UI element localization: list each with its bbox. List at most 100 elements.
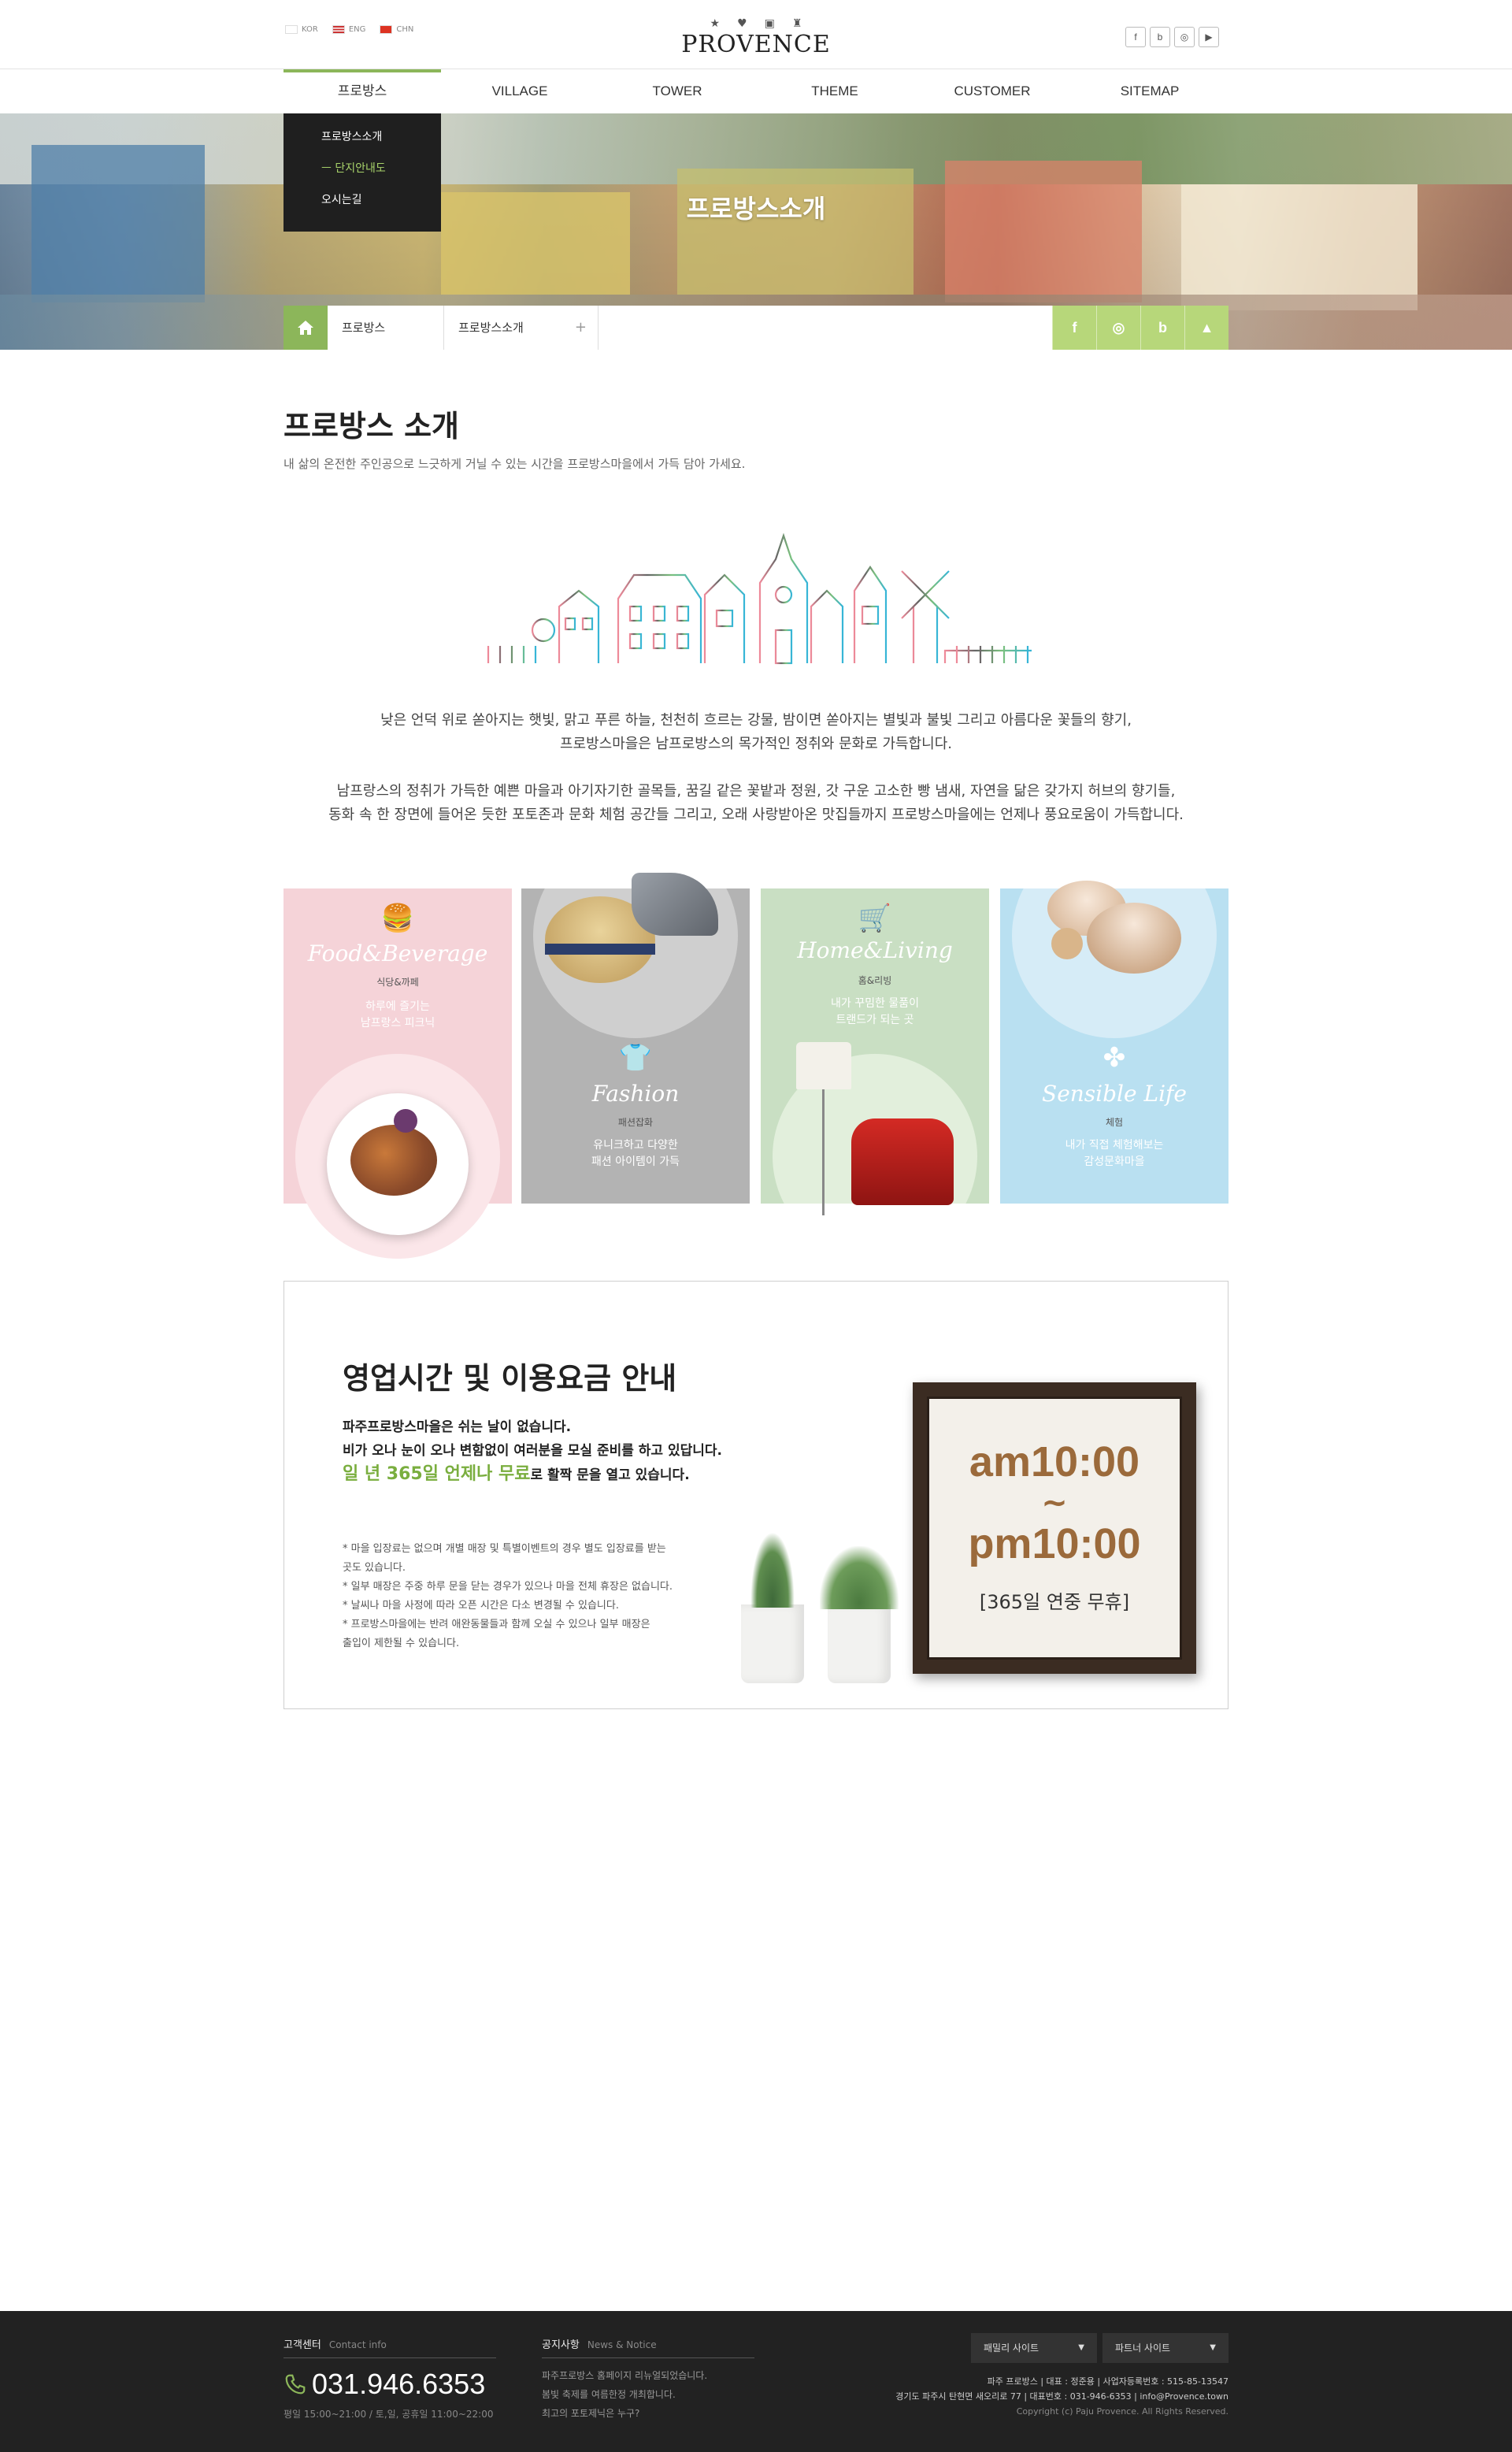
nav-sitemap[interactable]: SITEMAP [1071,69,1228,113]
footer-head-en: Contact info [328,2339,387,2350]
card-desc-line: 유니크하고 다양한 [593,1139,678,1152]
card-desc-line: 내가 직접 체험해보는 [1065,1139,1164,1152]
phone-icon [285,2374,306,2395]
steak-image [350,1125,437,1196]
breadcrumb-level1[interactable]: 프로방스 [328,306,444,350]
plus-icon: + [574,319,587,336]
intro-line: 프로방스마을은 남프로방스의 목가적인 정취와 문화로 가득합니다. [559,736,952,752]
note-line: * 일부 매장은 주중 하루 문을 닫는 경우가 있으나 마을 전체 휴장은 없… [343,1581,673,1593]
closed-note: [365일 연중 무휴] [979,1591,1130,1613]
notice-item[interactable]: 최고의 포토제닉은 누구? [542,2404,754,2423]
blog-icon[interactable]: b [1140,306,1184,350]
kakao-icon[interactable]: ▲ [1184,306,1228,350]
succulent-image [750,1532,795,1608]
card-title: Home&Living [797,937,953,963]
home-icon [298,321,313,335]
submenu-intro[interactable]: 프로방스소개 [284,126,441,158]
youtube-icon[interactable]: ▶ [1199,27,1219,47]
facebook-icon[interactable]: f [1052,306,1096,350]
footer: 고객센터 Contact info 031.946.6353 평일 15:00~2… [0,2311,1512,2452]
note-line: 곳도 있습니다. [343,1562,406,1574]
korea-flag-icon [285,25,298,34]
lang-eng[interactable]: ENG [332,25,366,34]
nav-customer[interactable]: CUSTOMER [914,69,1071,113]
footer-phone[interactable]: 031.946.6353 [284,2368,496,2401]
home-button[interactable] [284,306,328,350]
hours-notes: * 마을 입장료는 없으며 개별 매장 및 특별이벤트의 경우 별도 입장료를 … [343,1540,673,1653]
footer-notice: 공지사항 News & Notice 파주프로방스 홈페이지 리뉴얼되었습니다. … [542,2336,754,2423]
hero-house [677,169,914,295]
nav-provence[interactable]: 프로방스 [284,69,441,113]
hours-line: 일 년 365일 언제나 무료로 활짝 문을 열고 있습니다. [343,1460,690,1485]
nav-tower[interactable]: TOWER [598,69,756,113]
breadcrumb-label: 프로방스 [342,321,386,335]
usa-flag-icon [332,25,345,34]
lang-chn[interactable]: CHN [380,25,413,34]
burger-icon: 🍔 [380,903,415,934]
breadcrumb-level2[interactable]: 프로방스소개 + [444,306,598,350]
submenu-map[interactable]: ㅡ 단지안내도 [284,158,441,189]
language-selector: KOR ENG CHN [285,25,413,34]
phone-number: 031.946.6353 [312,2368,486,2400]
page-title: 프로방스 소개 [284,409,459,443]
notice-item[interactable]: 파주프로방스 홈페이지 리뉴얼되었습니다. [542,2366,754,2385]
note-line: * 프로방스마을에는 반려 애완동물들과 함께 오실 수 있으나 일부 매장은 [343,1619,650,1630]
nav-village[interactable]: VILLAGE [441,69,598,113]
location-bar: 프로방스 프로방스소개 + f ◎ b ▲ [284,306,1228,350]
site-logo[interactable]: ★ ♥ ▣ ♜ PROVENCE [677,17,835,58]
logo-wordmark: PROVENCE [681,31,831,58]
footer-head-label: 고객센터 [284,2339,321,2351]
facebook-icon[interactable]: f [1125,27,1146,47]
logo-icons: ★ ♥ ▣ ♜ [677,17,835,32]
hours-line-rest: 로 활짝 문을 열고 있습니다. [530,1467,690,1483]
submenu-directions[interactable]: 오시는길 [284,189,441,221]
copyright: Copyright (c) Paju Provence. All Rights … [1016,2406,1228,2417]
plant-pot-image [828,1604,891,1683]
card-subtitle: 식당&까페 [376,977,419,988]
hours-frame: am10:00 ~ pm10:00 [365일 연중 무휴] [913,1382,1196,1674]
info-line: 파주 프로방스 | 대표 : 정준용 | 사업자등록번호 : 515-85-13… [987,2376,1228,2387]
hours-frame-inner: am10:00 ~ pm10:00 [365일 연중 무휴] [927,1397,1182,1660]
blog-icon[interactable]: b [1150,27,1170,47]
lang-label: CHN [396,25,414,34]
sauce-image [394,1109,417,1133]
lang-kor[interactable]: KOR [285,25,318,34]
intro-line: 남프랑스의 정취가 가득한 예쁜 마을과 아기자기한 골목들, 꿈길 같은 꽃밭… [336,783,1176,799]
category-card-life[interactable]: ✤ Sensible Life 체험 내가 직접 체험해보는 감성문화마을 [1000,881,1228,1204]
select-label: 파트너 사이트 [1115,2343,1171,2354]
card-desc-line: 패션 아이템이 가득 [591,1156,680,1168]
page-subtitle: 내 삶의 온전한 주인공으로 느긋하게 거닐 수 있는 시간을 프로방스마을에서… [284,457,746,471]
instagram-icon[interactable]: ◎ [1174,27,1195,47]
partner-site-select[interactable]: 파트너 사이트 ▼ [1102,2333,1228,2363]
footer-contact: 고객센터 Contact info 031.946.6353 평일 15:00~2… [284,2336,496,2420]
free-highlight: 일 년 365일 언제나 무료 [343,1464,531,1484]
card-description: 내가 꾸밈한 물품이 트랜드가 되는 곳 [761,996,989,1029]
notice-list: 파주프로방스 홈페이지 리뉴얼되었습니다. 봄빛 축제를 여름한정 개최합니다.… [542,2366,754,2423]
open-time: am10:00 [969,1438,1140,1486]
info-line: 경기도 파주시 탄현면 새오리로 77 | 대표번호 : 031-946-635… [895,2391,1228,2402]
footer-head-en: News & Notice [587,2339,657,2350]
china-flag-icon [380,25,393,34]
card-desc-line: 내가 꾸밈한 물품이 [831,997,919,1010]
note-line: 출입이 제한될 수 있습니다. [343,1638,460,1649]
lang-label: ENG [348,25,366,34]
notice-item[interactable]: 봄빛 축제를 여름한정 개최합니다. [542,2385,754,2404]
card-subtitle: 패션잡화 [617,1117,654,1128]
instagram-icon[interactable]: ◎ [1096,306,1140,350]
footer-notice-head: 공지사항 News & Notice [542,2336,754,2358]
intro-line: 동화 속 한 장면에 들어온 듯한 포토존과 문화 체험 공간들 그리고, 오래… [328,807,1184,823]
category-card-fashion[interactable]: 👕 Fashion 패션잡화 유니크하고 다양한 패션 아이템이 가득 [521,873,750,1204]
village-illustration-icon [480,532,1032,665]
nav-theme[interactable]: THEME [756,69,914,113]
bag-icon: ▣ [764,17,775,30]
select-label: 패밀리 사이트 [984,2343,1040,2354]
hero-title: 프로방스소개 [686,194,826,224]
category-card-food[interactable]: 🍔 Food&Beverage 식당&까페 하루에 즐기는 남프랑스 피크닉 [284,888,512,1259]
candle-image [1087,903,1181,974]
card-subtitle: 홈&리빙 [858,975,892,986]
lamp-shade-image [796,1042,851,1089]
card-description: 하루에 즐기는 남프랑스 피크닉 [284,999,512,1032]
family-site-select[interactable]: 패밀리 사이트 ▼ [971,2333,1097,2363]
category-card-home[interactable]: 🛒 Home&Living 홈&리빙 내가 꾸밈한 물품이 트랜드가 되는 곳 [761,888,989,1215]
hours-title: 영업시간 및 이용요금 안내 [343,1361,677,1396]
